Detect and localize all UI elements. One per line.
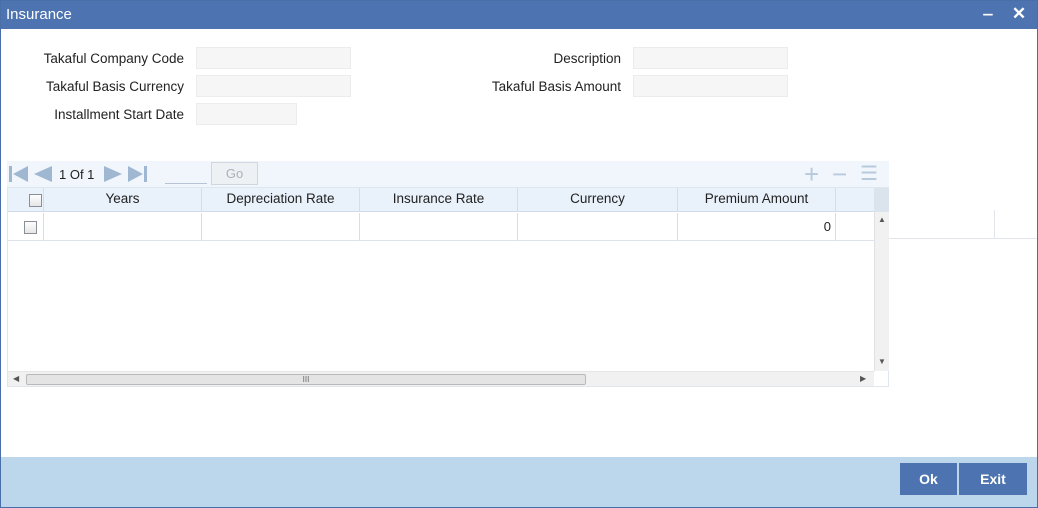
column-header-depreciation-rate[interactable]: Depreciation Rate — [202, 188, 360, 212]
select-all-cell — [8, 188, 44, 212]
next-page-icon[interactable] — [102, 164, 124, 184]
insurance-window: Insurance ‒ ✕ Takaful Company Code Descr… — [0, 0, 1038, 508]
column-divider — [994, 210, 995, 239]
insurance-rate-cell[interactable] — [360, 213, 518, 241]
last-page-icon[interactable] — [127, 164, 149, 184]
description-label: Description — [553, 51, 621, 66]
scroll-down-icon[interactable]: ▼ — [878, 357, 886, 366]
scroll-left-icon[interactable]: ◀ — [13, 374, 19, 383]
select-all-checkbox[interactable] — [29, 194, 42, 207]
horizontal-scroll-thumb[interactable]: III — [26, 374, 586, 385]
row-checkbox[interactable] — [24, 221, 37, 234]
horizontal-scrollbar[interactable]: ◀ III ▶ — [8, 371, 874, 386]
start-date-field[interactable] — [196, 103, 297, 125]
title-bar: Insurance ‒ ✕ — [1, 1, 1037, 29]
currency-cell[interactable] — [518, 213, 678, 241]
minimize-icon[interactable]: ‒ — [978, 3, 998, 25]
premium-amount-cell[interactable]: 0 — [678, 213, 836, 241]
company-code-field[interactable] — [196, 47, 351, 69]
close-icon[interactable]: ✕ — [1009, 3, 1029, 25]
basis-amount-label: Takaful Basis Amount — [491, 79, 621, 94]
exit-button[interactable]: Exit — [959, 463, 1027, 495]
row-select-cell — [8, 213, 44, 241]
table-row: 0 — [8, 213, 874, 241]
window-title: Insurance — [6, 6, 72, 23]
scroll-up-icon[interactable]: ▲ — [878, 215, 886, 224]
add-row-icon[interactable]: + — [804, 161, 819, 187]
column-header-insurance-rate[interactable]: Insurance Rate — [360, 188, 518, 212]
basis-currency-label: Takaful Basis Currency — [45, 79, 184, 94]
vertical-scrollbar[interactable]: ▲ ▼ — [874, 212, 889, 371]
go-button[interactable]: Go — [211, 162, 258, 185]
header-corner — [874, 188, 889, 212]
column-header-premium-amount[interactable]: Premium Amount — [678, 188, 836, 212]
column-header-currency[interactable]: Currency — [518, 188, 678, 212]
row-divider — [889, 238, 1037, 239]
description-field[interactable] — [633, 47, 788, 69]
footer-bar: Ok Exit — [1, 457, 1037, 507]
grid-header: Years Depreciation Rate Insurance Rate C… — [8, 188, 874, 212]
years-cell[interactable] — [44, 213, 202, 241]
start-date-label: Installment Start Date — [54, 107, 184, 122]
single-view-icon[interactable]: ☰ — [860, 164, 878, 184]
page-info: 1 Of 1 — [59, 167, 95, 182]
scroll-right-icon[interactable]: ▶ — [860, 374, 866, 383]
page-number-input[interactable] — [165, 164, 207, 184]
grid-toolbar: 1 Of 1 Go + − ☰ — [7, 161, 889, 187]
ok-button[interactable]: Ok — [900, 463, 957, 495]
insurance-grid: Years Depreciation Rate Insurance Rate C… — [7, 187, 889, 387]
delete-row-icon[interactable]: − — [832, 161, 847, 187]
column-header-years[interactable]: Years — [44, 188, 202, 212]
basis-amount-field[interactable] — [633, 75, 788, 97]
depreciation-rate-cell[interactable] — [202, 213, 360, 241]
company-code-label: Takaful Company Code — [43, 51, 184, 66]
first-page-icon[interactable] — [9, 164, 29, 184]
basis-currency-field[interactable] — [196, 75, 351, 97]
previous-page-icon[interactable] — [32, 164, 54, 184]
